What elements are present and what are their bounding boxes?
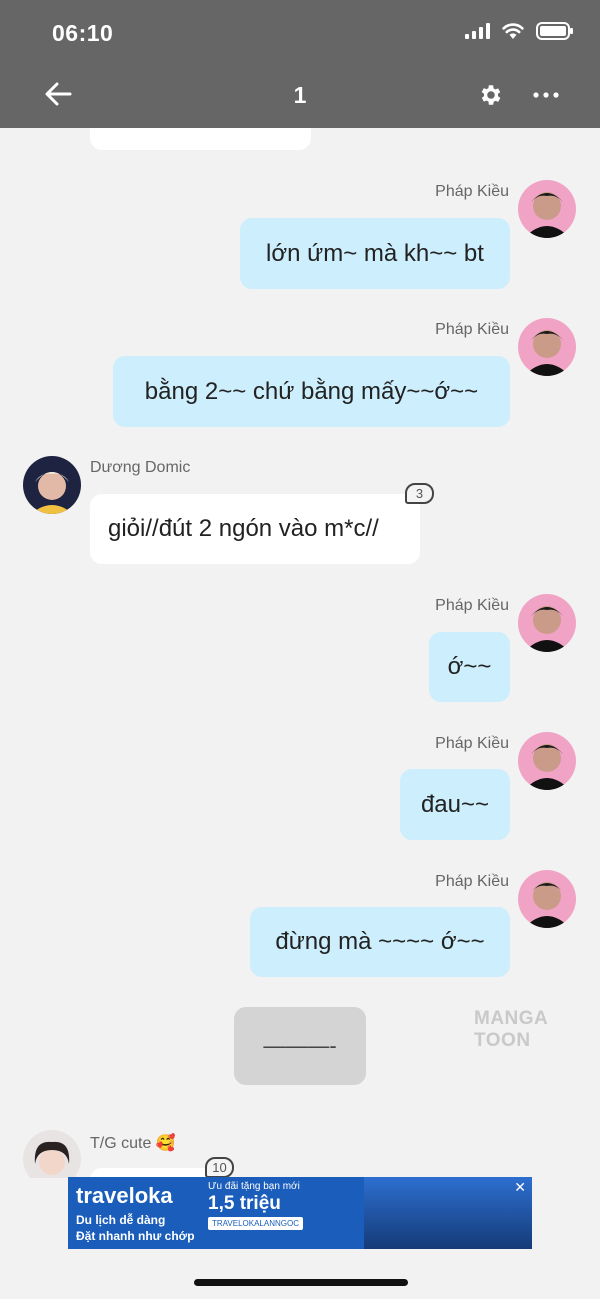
message-bubble[interactable]: bằng 2~~ chứ bằng mấy~~ớ~~ <box>113 356 510 427</box>
gear-icon[interactable] <box>478 82 504 108</box>
ad-image <box>364 1177 532 1249</box>
top-bar: 06:10 1 <box>0 0 600 128</box>
message-bubble[interactable]: lớn ứm~ mà kh~~ bt <box>240 218 510 289</box>
sender-name: Dương Domic <box>90 459 191 476</box>
home-indicator <box>194 1279 408 1286</box>
sender-name: Pháp Kiều <box>435 321 509 338</box>
avatar[interactable] <box>23 456 81 514</box>
ad-tagline-2: Đặt nhanh như chớp <box>76 1229 195 1243</box>
message-bubble[interactable]: ớ~~ <box>429 632 510 702</box>
sender-name: Pháp Kiều <box>435 873 509 890</box>
ad-brand-logo: traveloka <box>76 1183 173 1208</box>
chat-title: 1 <box>293 82 307 108</box>
ad-promo-amount: 1,5 triệu <box>208 1193 281 1214</box>
sender-name: T/G cute 🥰 <box>90 1135 176 1152</box>
sender-name: Pháp Kiều <box>435 735 509 752</box>
sender-name: Pháp Kiều <box>435 183 509 200</box>
wifi-icon <box>502 23 524 39</box>
comment-count-badge[interactable]: 3 <box>405 483 434 504</box>
status-time: 06:10 <box>52 20 114 46</box>
battery-icon <box>536 22 573 40</box>
more-options-icon[interactable] <box>532 90 560 100</box>
comment-count-badge[interactable]: 10 <box>205 1157 234 1178</box>
watermark-logo: MANGA TOON <box>474 1008 548 1051</box>
signal-icon <box>465 23 490 39</box>
avatar[interactable] <box>518 180 576 238</box>
message-bubble-partial <box>90 128 311 150</box>
ad-banner[interactable]: traveloka Du lịch dễ dàng Đặt nhanh như … <box>68 1177 532 1249</box>
ad-promo-code: TRAVELOKALANNGOC <box>208 1217 303 1230</box>
close-icon[interactable]: ✕ <box>514 1179 526 1196</box>
avatar[interactable] <box>23 1130 81 1178</box>
status-icons <box>465 22 573 40</box>
avatar[interactable] <box>518 318 576 376</box>
ad-promo-label: Ưu đãi tặng bạn mới <box>208 1181 300 1192</box>
avatar[interactable] <box>518 870 576 928</box>
message-bubble[interactable]: đừng mà ~~~~ ớ~~ <box>250 907 510 977</box>
system-message: ———- <box>234 1007 366 1085</box>
message-bubble[interactable]: đau~~ <box>400 769 510 840</box>
avatar[interactable] <box>518 594 576 652</box>
ad-tagline-1: Du lịch dễ dàng <box>76 1213 166 1227</box>
sender-name: Pháp Kiều <box>435 597 509 614</box>
message-bubble[interactable]: giỏi//đút 2 ngón vào m*c// <box>90 494 420 564</box>
chat-area[interactable]: Pháp Kiều lớn ứm~ mà kh~~ bt Pháp Kiều b… <box>0 128 600 1178</box>
avatar[interactable] <box>518 732 576 790</box>
